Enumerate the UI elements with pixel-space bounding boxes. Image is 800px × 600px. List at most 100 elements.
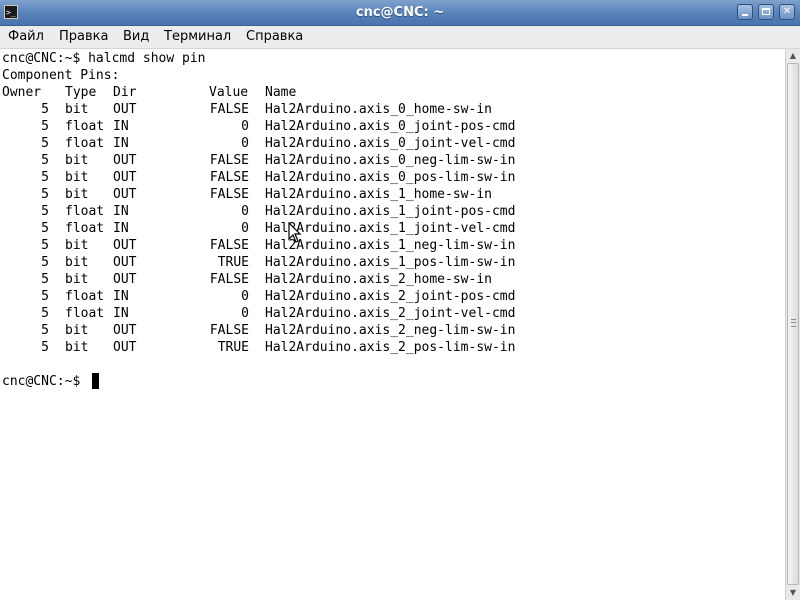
cell-owner: 5: [41, 153, 49, 168]
cell-value: FALSE: [209, 323, 249, 338]
cell-type: float: [65, 221, 105, 236]
cell-value: FALSE: [209, 170, 249, 185]
cell-type: bit: [65, 272, 89, 287]
title-bar[interactable]: >_ cnc@CNC: ~ ✕: [0, 0, 800, 26]
cell-name: Hal2Arduino.axis_1_neg-lim-sw-in: [265, 238, 516, 253]
cell-dir: OUT: [113, 238, 137, 253]
window-title: cnc@CNC: ~: [355, 5, 445, 20]
cell-value: FALSE: [209, 187, 249, 202]
cell-type: bit: [65, 187, 89, 202]
cell-value: FALSE: [209, 153, 249, 168]
maximize-button[interactable]: [758, 4, 774, 20]
maximize-icon: [762, 8, 770, 15]
cell-type: float: [65, 204, 105, 219]
prompt: cnc@CNC:~$: [2, 374, 81, 389]
cell-value: 0: [241, 136, 249, 151]
cell-owner: 5: [41, 119, 49, 134]
cell-dir: OUT: [113, 170, 137, 185]
cell-type: float: [65, 289, 105, 304]
cell-owner: 5: [41, 255, 49, 270]
header-name: Name: [265, 85, 297, 100]
cell-value: TRUE: [217, 340, 249, 355]
cell-name: Hal2Arduino.axis_2_neg-lim-sw-in: [265, 323, 516, 338]
cell-owner: 5: [41, 102, 49, 117]
cell-value: 0: [241, 221, 249, 236]
cell-owner: 5: [41, 272, 49, 287]
table-row: 5 bit OUT FALSE Hal2Arduino.axis_0_neg-lim-s…: [2, 152, 762, 169]
table-row: 5 float IN 0 Hal2Arduino.axis_0_joint-pos-cm…: [2, 118, 762, 135]
cell-dir: IN: [113, 221, 129, 236]
table-row: 5 float IN 0 Hal2Arduino.axis_1_joint-vel-cm…: [2, 220, 762, 237]
cell-name: Hal2Arduino.axis_1_joint-vel-cmd: [265, 221, 516, 236]
table-row: 5 float IN 0 Hal2Arduino.axis_0_joint-vel-cm…: [2, 135, 762, 152]
grip-icon: [791, 319, 796, 327]
cell-name: Hal2Arduino.axis_2_joint-vel-cmd: [265, 306, 516, 321]
minimize-button[interactable]: [737, 4, 753, 20]
scroll-down-arrow-icon[interactable]: ▼: [786, 586, 800, 600]
cell-owner: 5: [41, 187, 49, 202]
cell-type: bit: [65, 323, 89, 338]
cell-owner: 5: [41, 340, 49, 355]
terminal-output[interactable]: cnc@CNC:~$ halcmd show pin Component Pin…: [0, 49, 785, 600]
close-button[interactable]: ✕: [779, 4, 795, 20]
scrollbar-thumb[interactable]: [787, 63, 799, 585]
prompt-line: cnc@CNC:~$: [2, 373, 202, 390]
cell-name: Hal2Arduino.axis_1_joint-pos-cmd: [265, 204, 516, 219]
table-row: 5 bit OUT TRUE Hal2Arduino.axis_1_pos-lim-sw…: [2, 254, 762, 271]
cell-owner: 5: [41, 170, 49, 185]
cell-dir: OUT: [113, 153, 137, 168]
vertical-scrollbar[interactable]: ▲ ▼: [785, 49, 800, 600]
cell-type: bit: [65, 255, 89, 270]
header-dir: Dir: [113, 85, 137, 100]
table-row: 5 bit OUT FALSE Hal2Arduino.axis_2_neg-lim-s…: [2, 322, 762, 339]
cell-value: 0: [241, 306, 249, 321]
cell-type: float: [65, 306, 105, 321]
menu-view[interactable]: Вид: [123, 26, 149, 48]
cell-name: Hal2Arduino.axis_1_home-sw-in: [265, 187, 492, 202]
table-row: 5 bit OUT FALSE Hal2Arduino.axis_1_neg-lim-s…: [2, 237, 762, 254]
cell-value: FALSE: [209, 272, 249, 287]
menu-help[interactable]: Справка: [246, 26, 303, 48]
cell-name: Hal2Arduino.axis_2_joint-pos-cmd: [265, 289, 516, 304]
cell-name: Hal2Arduino.axis_2_home-sw-in: [265, 272, 492, 287]
cell-dir: OUT: [113, 187, 137, 202]
cell-dir: OUT: [113, 340, 137, 355]
cell-owner: 5: [41, 238, 49, 253]
table-row: 5 float IN 0 Hal2Arduino.axis_2_joint-vel-cm…: [2, 305, 762, 322]
scroll-up-arrow-icon[interactable]: ▲: [786, 49, 800, 63]
cell-dir: OUT: [113, 272, 137, 287]
menu-edit[interactable]: Правка: [59, 26, 108, 48]
cell-owner: 5: [41, 221, 49, 236]
cell-name: Hal2Arduino.axis_0_joint-pos-cmd: [265, 119, 516, 134]
cell-value: FALSE: [209, 238, 249, 253]
cell-dir: OUT: [113, 255, 137, 270]
table-row: 5 float IN 0 Hal2Arduino.axis_2_joint-pos-cm…: [2, 288, 762, 305]
text-cursor: [92, 373, 99, 389]
cell-dir: IN: [113, 306, 129, 321]
menu-file[interactable]: Файл: [8, 26, 44, 48]
table-row: 5 bit OUT FALSE Hal2Arduino.axis_2_home-sw-i…: [2, 271, 762, 288]
table-row: 5 bit OUT FALSE Hal2Arduino.axis_1_home-sw-i…: [2, 186, 762, 203]
cell-owner: 5: [41, 204, 49, 219]
cell-dir: IN: [113, 289, 129, 304]
mouse-pointer-icon: [288, 222, 302, 243]
cell-owner: 5: [41, 136, 49, 151]
section-title: Component Pins:: [2, 68, 120, 83]
command-line: cnc@CNC:~$ halcmd show pin: [2, 51, 206, 66]
cell-owner: 5: [41, 306, 49, 321]
menu-terminal[interactable]: Терминал: [164, 26, 231, 48]
cell-name: Hal2Arduino.axis_2_pos-lim-sw-in: [265, 340, 516, 355]
cell-dir: OUT: [113, 102, 137, 117]
close-icon: ✕: [782, 6, 792, 17]
cell-name: Hal2Arduino.axis_0_home-sw-in: [265, 102, 492, 117]
cell-name: Hal2Arduino.axis_0_joint-vel-cmd: [265, 136, 516, 151]
cell-type: bit: [65, 170, 89, 185]
cell-value: TRUE: [217, 255, 249, 270]
table-row: 5 float IN 0 Hal2Arduino.axis_1_joint-pos-cm…: [2, 203, 762, 220]
cell-type: bit: [65, 102, 89, 117]
cell-dir: IN: [113, 136, 129, 151]
cell-type: bit: [65, 340, 89, 355]
cell-dir: IN: [113, 119, 129, 134]
cell-type: float: [65, 119, 105, 134]
table-row: 5 bit OUT FALSE Hal2Arduino.axis_0_home-sw-i…: [2, 101, 762, 118]
